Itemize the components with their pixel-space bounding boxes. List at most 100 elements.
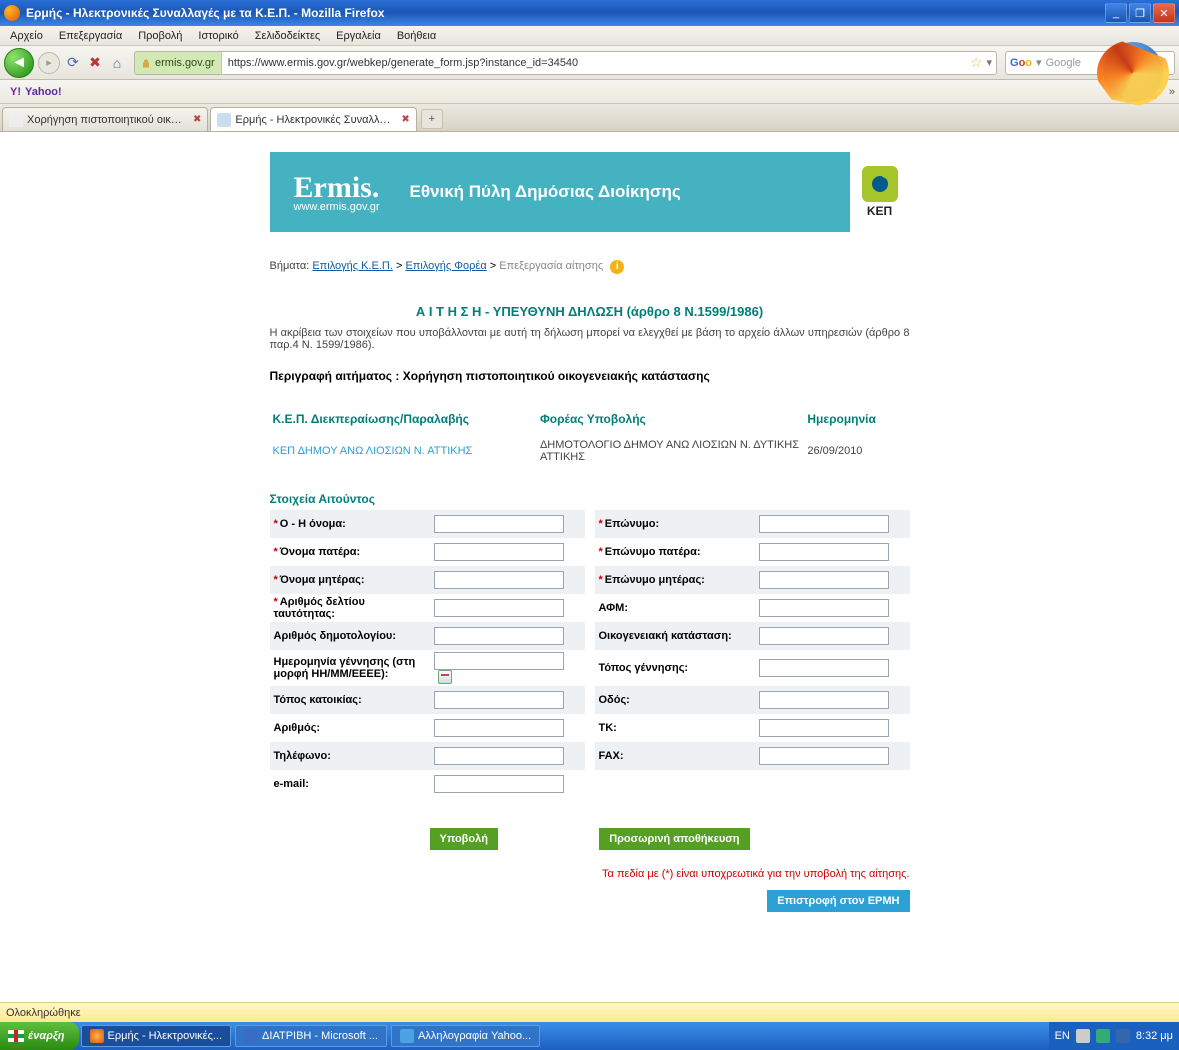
input-tk[interactable] xyxy=(759,719,889,737)
input-afm[interactable] xyxy=(759,599,889,617)
menu-tools[interactable]: Εργαλεία xyxy=(332,28,385,44)
input-res-place[interactable] xyxy=(434,691,564,709)
lock-icon xyxy=(141,58,151,68)
language-indicator[interactable]: EN xyxy=(1055,1030,1070,1042)
input-father-name[interactable] xyxy=(434,543,564,561)
lbl-afm: ΑΦΜ: xyxy=(599,602,629,614)
new-tab-button[interactable]: + xyxy=(421,109,443,129)
lbl-number: Αριθμός: xyxy=(274,722,321,734)
menu-view[interactable]: Προβολή xyxy=(134,28,186,44)
input-mother-name[interactable] xyxy=(434,571,564,589)
lbl-mother-name: Όνομα μητέρας: xyxy=(280,574,365,586)
site-banner: Ermis. www.ermis.gov.gr Εθνική Πύλη Δημό… xyxy=(270,152,910,232)
input-number[interactable] xyxy=(434,719,564,737)
site-identity[interactable]: ermis.gov.gr xyxy=(135,52,222,74)
input-surname[interactable] xyxy=(759,515,889,533)
lbl-tk: ΤΚ: xyxy=(599,722,617,734)
feed-icon[interactable]: ‿ xyxy=(1143,85,1157,99)
tray-icon[interactable] xyxy=(1076,1029,1090,1043)
minimize-button[interactable]: _ xyxy=(1105,3,1127,23)
submission-info: Κ.Ε.Π. Διεκπεραίωσης/Παραλαβής Φορέας Υπ… xyxy=(270,409,910,466)
status-bar: Ολοκληρώθηκε xyxy=(0,1002,1179,1022)
input-muni-num[interactable] xyxy=(434,627,564,645)
applicant-section-title: Στοιχεία Αιτούντος xyxy=(270,492,910,506)
lbl-surname: Επώνυμο: xyxy=(605,518,659,530)
page-favicon xyxy=(9,113,23,127)
lbl-father-name: Όνομα πατέρα: xyxy=(280,546,360,558)
kep-logo: ΚΕΠ xyxy=(850,152,910,232)
input-father-surname[interactable] xyxy=(759,543,889,561)
close-button[interactable]: ✕ xyxy=(1153,3,1175,23)
input-dob[interactable] xyxy=(434,652,564,670)
bookmark-yahoo[interactable]: Y! Yahoo! xyxy=(4,86,68,98)
bookmark-star-icon[interactable]: ☆ xyxy=(970,54,983,71)
taskbar-item-firefox[interactable]: Ερμής - Ηλεκτρονικές... xyxy=(81,1025,232,1047)
input-phone[interactable] xyxy=(434,747,564,765)
reload-button[interactable]: ⟳ xyxy=(64,54,82,72)
bookmarks-toolbar: Y! Yahoo! ‿ » xyxy=(0,80,1179,104)
crumb-step1[interactable]: Επιλογής Κ.Ε.Π. xyxy=(312,260,393,272)
info-icon[interactable]: i xyxy=(610,260,624,274)
forward-button[interactable]: ▸ xyxy=(38,52,60,74)
taskbar-item-ie[interactable]: Αλληλογραφία Yahoo... xyxy=(391,1025,540,1047)
menu-history[interactable]: Ιστορικό xyxy=(194,28,242,44)
lbl-family-status: Οικογενειακή κατάσταση: xyxy=(599,630,732,642)
info-h-date: Ημερομηνία xyxy=(806,411,907,436)
clock[interactable]: 8:32 μμ xyxy=(1136,1030,1173,1042)
input-mother-surname[interactable] xyxy=(759,571,889,589)
input-family-status[interactable] xyxy=(759,627,889,645)
crumb-step2[interactable]: Επιλογής Φορέα xyxy=(405,260,486,272)
taskbar-item-word[interactable]: ΔΙΑΤΡΙΒΗ - Microsoft ... xyxy=(235,1025,387,1047)
request-description: Περιγραφή αιτήματος : Χορήγηση πιστοποιη… xyxy=(270,369,910,383)
menu-bar: Αρχείο Επεξεργασία Προβολή Ιστορικό Σελι… xyxy=(0,26,1179,46)
back-button[interactable]: ◄ xyxy=(4,48,34,78)
lbl-mother-surname: Επώνυμο μητέρας: xyxy=(605,574,705,586)
site-host: ermis.gov.gr xyxy=(155,57,215,69)
foreas-value: ΔΗΜΟΤΟΛΟΓΙΟ ΔΗΜΟΥ ΑΝΩ ΛΙΟΣΙΩΝ Ν. ΔΥΤΙΚΗΣ… xyxy=(539,438,804,464)
input-fax[interactable] xyxy=(759,747,889,765)
input-street[interactable] xyxy=(759,691,889,709)
tab-2-active[interactable]: Ερμής - Ηλεκτρονικές Συναλλαγέ... ✖ xyxy=(210,107,416,131)
navigation-toolbar: ◄ ▸ ⟳ ✖ ⌂ ermis.gov.gr https://www.ermis… xyxy=(0,46,1179,80)
close-tab-icon[interactable]: ✖ xyxy=(193,114,201,125)
search-bar[interactable]: Goo▾ Google xyxy=(1005,51,1175,75)
applicant-form: *Ο - Η όνομα: *Επώνυμο: *Όνομα πατέρα: *… xyxy=(270,510,910,798)
url-dropdown-icon[interactable]: ▾ xyxy=(986,56,992,69)
save-draft-button[interactable]: Προσωρινή αποθήκευση xyxy=(599,828,749,850)
kep-link[interactable]: ΚΕΠ ΔΗΜΟΥ ΑΝΩ ΛΙΟΣΙΩΝ Ν. ΑΤΤΙΚΗΣ xyxy=(273,445,473,457)
page-title: Α Ι Τ Η Σ Η - ΥΠΕΥΘΥΝΗ ΔΗΛΩΣΗ (άρθρο 8 Ν… xyxy=(270,304,910,319)
menu-help[interactable]: Βοήθεια xyxy=(393,28,440,44)
input-first-name[interactable] xyxy=(434,515,564,533)
menu-file[interactable]: Αρχείο xyxy=(6,28,47,44)
url-text: https://www.ermis.gov.gr/webkep/generate… xyxy=(222,57,970,69)
window-title: Ερμής - Ηλεκτρονικές Συναλλαγές με τα Κ.… xyxy=(26,6,1105,20)
ermis-logo: Ermis. www.ermis.gov.gr xyxy=(294,171,380,213)
menu-edit[interactable]: Επεξεργασία xyxy=(55,28,126,44)
submit-button[interactable]: Υποβολή xyxy=(430,828,498,850)
menu-bookmarks[interactable]: Σελιδοδείκτες xyxy=(251,28,324,44)
home-button[interactable]: ⌂ xyxy=(108,54,126,72)
back-to-ermis-button[interactable]: Επιστροφή στον ΕΡΜΗ xyxy=(767,890,909,912)
firefox-icon xyxy=(90,1029,104,1043)
input-birth-place[interactable] xyxy=(759,659,889,677)
input-email[interactable] xyxy=(434,775,564,793)
crumb-current: Επεξεργασία αίτησης xyxy=(499,260,603,272)
close-tab-icon[interactable]: ✖ xyxy=(401,114,409,125)
start-button[interactable]: έναρξη xyxy=(0,1022,79,1050)
stop-button[interactable]: ✖ xyxy=(86,54,104,72)
lbl-first-name: Ο - Η όνομα: xyxy=(280,518,346,530)
calendar-icon[interactable] xyxy=(438,670,452,684)
input-id-number[interactable] xyxy=(434,599,564,617)
url-bar[interactable]: ermis.gov.gr https://www.ermis.gov.gr/we… xyxy=(134,51,997,75)
firefox-icon xyxy=(4,5,20,21)
bookmark-chevron-icon[interactable]: » xyxy=(1169,86,1175,98)
tray-icon[interactable] xyxy=(1116,1029,1130,1043)
mandatory-note: Τα πεδία με (*) είναι υποχρεωτικά για τη… xyxy=(270,868,910,880)
windows-flag-icon xyxy=(8,1030,24,1042)
word-icon xyxy=(244,1029,258,1043)
system-tray[interactable]: EN 8:32 μμ xyxy=(1049,1022,1179,1050)
tray-icon[interactable] xyxy=(1096,1029,1110,1043)
info-h-foreas: Φορέας Υποβολής xyxy=(539,411,804,436)
tab-1[interactable]: Χορήγηση πιστοποιητικού οικογενειακή... … xyxy=(2,107,208,131)
maximize-button[interactable]: ❐ xyxy=(1129,3,1151,23)
